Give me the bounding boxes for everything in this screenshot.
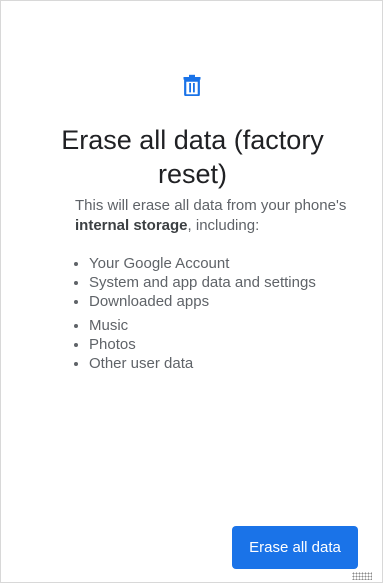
factory-reset-screen: Erase all data (factory reset) This will… (0, 0, 383, 583)
page-title: Erase all data (factory reset) (61, 125, 324, 189)
description-prefix: This will erase all data from your phone… (75, 197, 347, 214)
list-item-label: Other user data (89, 355, 194, 372)
list-item-label: System and app data and settings (89, 274, 316, 291)
resize-grip-icon[interactable] (352, 572, 372, 580)
list-item-label: Photos (89, 336, 136, 353)
list-item: Your Google Account (73, 254, 316, 273)
list-item: Photos (73, 335, 316, 354)
description-emphasis: internal storage (75, 217, 188, 234)
list-item-label: Your Google Account (89, 255, 230, 272)
list-item-label: Downloaded apps (89, 293, 210, 310)
list-item: System and app data and settings (73, 273, 316, 292)
bullet-icon (74, 324, 78, 328)
header-icon-container (1, 74, 382, 100)
list-item: Other user data (73, 354, 316, 373)
list-item-label: Music (89, 317, 129, 334)
bullet-icon (74, 362, 78, 366)
description-suffix: , including: (187, 217, 260, 234)
description: This will erase all data from your phone… (75, 196, 365, 236)
bullet-icon (74, 343, 78, 347)
bullet-icon (74, 262, 78, 266)
list-item: Downloaded apps (73, 292, 316, 311)
trash-icon (183, 74, 200, 96)
bullet-icon (74, 281, 78, 285)
list-item: Music (73, 316, 316, 335)
erase-all-data-button[interactable]: Erase all data (232, 526, 358, 569)
erased-items-list: Your Google Account System and app data … (73, 254, 316, 373)
bullet-icon (74, 300, 78, 304)
